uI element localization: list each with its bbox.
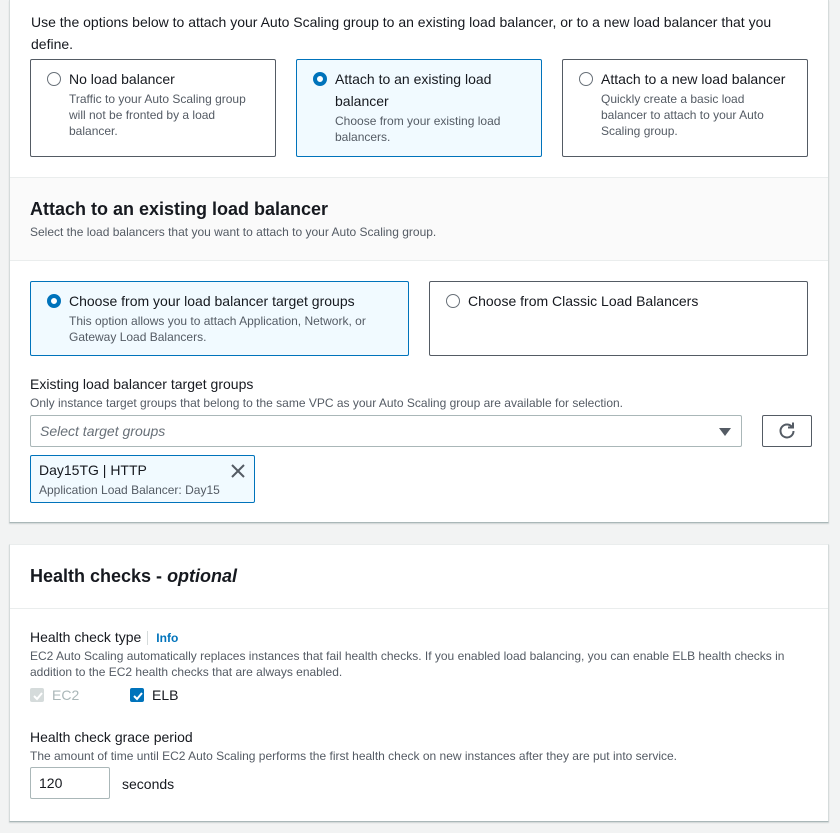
health-checks-panel: Health checks - optional Health check ty… [9, 544, 829, 822]
token-title: Day15TG | HTTP [39, 462, 147, 478]
ec2-checkbox [30, 688, 44, 702]
existing-lb-header: Attach to an existing load balancer Sele… [10, 177, 828, 261]
option-title: Choose from Classic Load Balancers [468, 293, 699, 309]
divider [10, 608, 828, 609]
elb-checkbox[interactable] [130, 688, 144, 702]
section-title: Attach to an existing load balancer [30, 199, 329, 219]
ec2-label: EC2 [52, 687, 80, 703]
refresh-icon [779, 422, 795, 439]
option-desc: Quickly create a basic load balancer to … [601, 92, 764, 138]
grace-period-input[interactable]: 120 [30, 767, 110, 799]
option-title: No load balancer [69, 71, 175, 87]
check-icon [133, 692, 143, 701]
info-link[interactable]: Info [147, 631, 179, 645]
health-check-type-desc: EC2 Auto Scaling automatically replaces … [30, 649, 785, 679]
health-checks-title: Health checks - optional [30, 566, 237, 587]
refresh-button[interactable] [762, 415, 812, 447]
intro-text: Use the options below to attach your Aut… [31, 14, 772, 52]
elb-label: ELB [152, 687, 179, 703]
load-balancing-panel: Use the options below to attach your Aut… [9, 0, 829, 523]
option-title: Choose from your load balancer target gr… [69, 293, 355, 309]
radio-classic-load-balancers[interactable] [446, 294, 460, 308]
health-check-type-text: Health check type [30, 629, 142, 645]
check-icon [33, 692, 43, 701]
grace-period-unit: seconds [122, 776, 175, 792]
option-title: Attach to an existing load balancer [335, 71, 492, 109]
selected-target-group-token: Day15TG | HTTP Application Load Balancer… [30, 455, 255, 503]
token-subtitle: Application Load Balancer: Day15 [39, 483, 220, 497]
health-checks-title-text: Health checks - [30, 566, 168, 586]
option-existing-load-balancer[interactable]: Attach to an existing load balancer Choo… [296, 59, 542, 157]
target-groups-desc: Only instance target groups that belong … [30, 396, 624, 410]
health-check-type-label: Health check type Info [30, 629, 179, 645]
select-placeholder: Select target groups [40, 423, 166, 439]
radio-existing-load-balancer[interactable] [313, 72, 327, 86]
radio-no-load-balancer[interactable] [47, 72, 61, 86]
grace-period-desc: The amount of time until EC2 Auto Scalin… [30, 749, 677, 763]
option-no-load-balancer[interactable]: No load balancer Traffic to your Auto Sc… [30, 59, 276, 157]
option-title: Attach to a new load balancer [601, 71, 786, 87]
option-desc: Traffic to your Auto Scaling group will … [69, 92, 246, 138]
target-groups-label: Existing load balancer target groups [30, 376, 254, 392]
radio-new-load-balancer[interactable] [579, 72, 593, 86]
optional-label: optional [167, 566, 238, 586]
radio-target-groups[interactable] [47, 294, 61, 308]
section-subtitle: Select the load balancers that you want … [30, 225, 437, 239]
option-target-groups[interactable]: Choose from your load balancer target gr… [30, 281, 409, 356]
caret-down-icon [719, 428, 731, 436]
option-desc: Choose from your existing load balancers… [335, 114, 501, 144]
option-new-load-balancer[interactable]: Attach to a new load balancer Quickly cr… [562, 59, 808, 157]
target-groups-select[interactable]: Select target groups [30, 415, 742, 447]
option-desc: This option allows you to attach Applica… [69, 314, 366, 344]
close-icon[interactable] [230, 463, 246, 479]
option-classic-load-balancers[interactable]: Choose from Classic Load Balancers [429, 281, 808, 356]
grace-period-label: Health check grace period [30, 729, 193, 745]
